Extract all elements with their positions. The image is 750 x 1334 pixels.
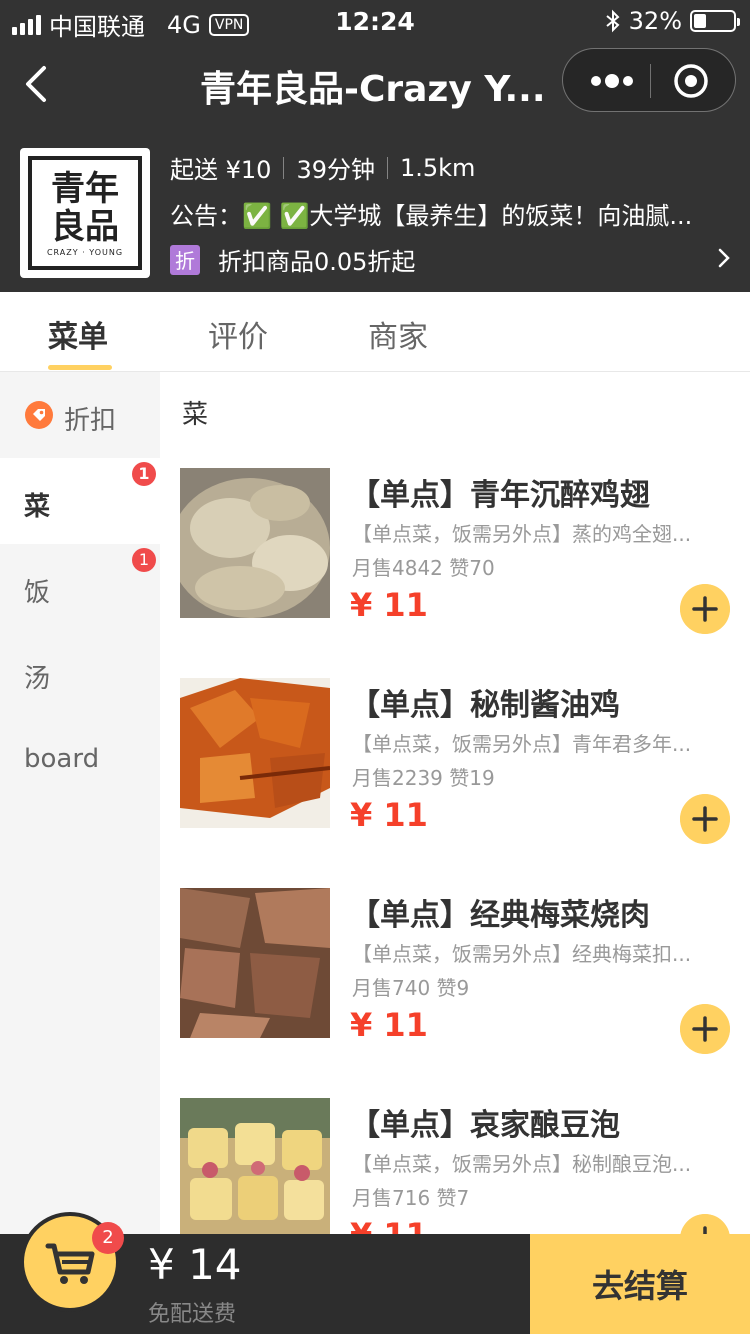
product-name: 【单点】青年沉醉鸡翅 <box>350 478 650 513</box>
tab-merchant[interactable]: 商家 <box>368 312 428 356</box>
delivery-fee-note: 免配送费 <box>148 1302 237 1327</box>
logo-subtext: CRAZY · YOUNG <box>46 247 124 257</box>
add-to-cart-button[interactable] <box>680 584 730 634</box>
category-soup[interactable]: 汤 <box>0 630 160 716</box>
logo-text-2: 良品 <box>51 206 119 247</box>
cart-bar: 2 ¥ 14 免配送费 去结算 <box>0 1212 750 1334</box>
add-to-cart-button[interactable] <box>680 794 730 844</box>
page-title: 青年良品-Crazy Y... <box>200 69 546 110</box>
tab-menu[interactable]: 菜单 <box>48 312 108 356</box>
add-to-cart-button[interactable] <box>680 1004 730 1054</box>
product-name: 【单点】经典梅菜烧肉 <box>350 898 650 933</box>
min-order: 起送 ¥10 <box>170 156 272 184</box>
product-description: 【单点菜，饭需另外点】经典梅菜扣... <box>352 942 692 966</box>
product-price: ¥ 11 <box>350 1006 428 1044</box>
product-image <box>180 888 330 1038</box>
category-rice[interactable]: 饭 1 <box>0 544 160 630</box>
product-description: 【单点菜，饭需另外点】蒸的鸡全翅... <box>352 522 692 546</box>
status-bar: 中国联通 4G VPN 12:24 32% <box>0 0 750 42</box>
product-item[interactable]: 【单点】秘制酱油鸡 【单点菜，饭需另外点】青年君多年... 月售2239 赞19… <box>160 678 750 888</box>
product-description: 【单点菜，饭需另外点】青年君多年... <box>352 732 692 756</box>
product-item[interactable]: 【单点】青年沉醉鸡翅 【单点菜，饭需另外点】蒸的鸡全翅... 月售4842 赞7… <box>160 468 750 678</box>
chevron-right-icon[interactable] <box>716 246 732 270</box>
back-icon[interactable] <box>20 62 60 106</box>
product-name: 【单点】秘制酱油鸡 <box>350 688 620 723</box>
product-description: 【单点菜，饭需另外点】秘制酿豆泡... <box>352 1152 692 1176</box>
discount-tag-icon <box>25 401 53 429</box>
miniprogram-capsule <box>562 48 736 112</box>
category-board[interactable]: board <box>0 716 160 802</box>
more-icon[interactable] <box>587 71 637 91</box>
category-label: board <box>24 744 100 774</box>
nav-bar: 青年良品-Crazy Y... <box>0 42 750 126</box>
product-price: ¥ 11 <box>350 586 428 624</box>
category-discount[interactable]: 折扣 <box>0 372 160 458</box>
category-label: 饭 <box>24 578 51 608</box>
delivery-time: 39分钟 <box>296 156 375 184</box>
cart-count-badge: 2 <box>92 1222 124 1254</box>
product-list[interactable]: 菜 【单点】青年沉醉鸡翅 【单点菜，饭需另外点】蒸的鸡全翅... 月售4842 … <box>160 372 750 1234</box>
tab-bar: 菜单 评价 商家 <box>0 292 750 372</box>
checkout-button[interactable]: 去结算 <box>530 1234 750 1334</box>
category-dishes[interactable]: 菜 1 <box>0 458 160 544</box>
promo-text: 折扣商品0.05折起 <box>218 248 416 276</box>
shop-notice: 公告：✅ ✅大学城【最养生】的饭菜！向油腻... <box>170 202 693 230</box>
logo-text-1: 青年 <box>51 168 119 209</box>
logo-frame: 青年 良品 CRAZY · YOUNG <box>28 156 142 270</box>
info-divider <box>283 156 285 179</box>
distance: 1.5km <box>399 153 476 182</box>
category-sidebar: 折扣 菜 1 饭 1 汤 board <box>0 372 160 1234</box>
shop-logo: 青年 良品 CRAZY · YOUNG <box>20 148 150 278</box>
product-price: ¥ 11 <box>350 796 428 834</box>
product-sales: 月售716 赞7 <box>352 1186 470 1210</box>
tab-reviews[interactable]: 评价 <box>208 312 268 356</box>
product-image <box>180 678 330 828</box>
product-name: 【单点】哀家酿豆泡 <box>350 1108 620 1143</box>
active-tab-indicator <box>48 365 112 370</box>
product-item[interactable]: 【单点】哀家酿豆泡 【单点菜，饭需另外点】秘制酿豆泡... 月售716 赞7 ¥… <box>160 1098 750 1234</box>
info-divider <box>386 156 388 179</box>
category-count-badge: 1 <box>132 548 156 572</box>
category-label: 菜 <box>24 492 51 522</box>
product-image <box>180 468 330 618</box>
close-miniprogram-icon[interactable] <box>671 61 711 101</box>
status-right: 32% <box>605 7 740 35</box>
cart-total: ¥ 14 <box>148 1240 242 1289</box>
section-title: 菜 <box>182 400 209 430</box>
product-sales: 月售740 赞9 <box>352 976 470 1000</box>
product-price: ¥ 11 <box>350 1216 428 1234</box>
add-to-cart-button[interactable] <box>680 1214 730 1234</box>
promo-tag: 折 <box>170 244 200 275</box>
product-item[interactable]: 【单点】经典梅菜烧肉 【单点菜，饭需另外点】经典梅菜扣... 月售740 赞9 … <box>160 888 750 1098</box>
product-sales: 月售4842 赞70 <box>352 556 495 580</box>
battery-fill <box>694 14 706 28</box>
shop-header[interactable]: 青年 良品 CRAZY · YOUNG 起送 ¥10 39分钟 1.5km 公告… <box>0 126 750 292</box>
category-label: 汤 <box>24 664 51 694</box>
battery-percent: 32% <box>628 7 682 35</box>
category-count-badge: 1 <box>132 462 156 486</box>
product-image <box>180 1098 330 1234</box>
category-label: 折扣 <box>64 406 117 436</box>
capsule-divider <box>650 64 651 98</box>
battery-icon <box>690 10 740 32</box>
bluetooth-icon <box>606 9 620 33</box>
product-sales: 月售2239 赞19 <box>352 766 495 790</box>
shop-promo: 折 折扣商品0.05折起 <box>170 242 415 277</box>
shop-delivery-info: 起送 ¥10 39分钟 1.5km <box>170 150 475 185</box>
